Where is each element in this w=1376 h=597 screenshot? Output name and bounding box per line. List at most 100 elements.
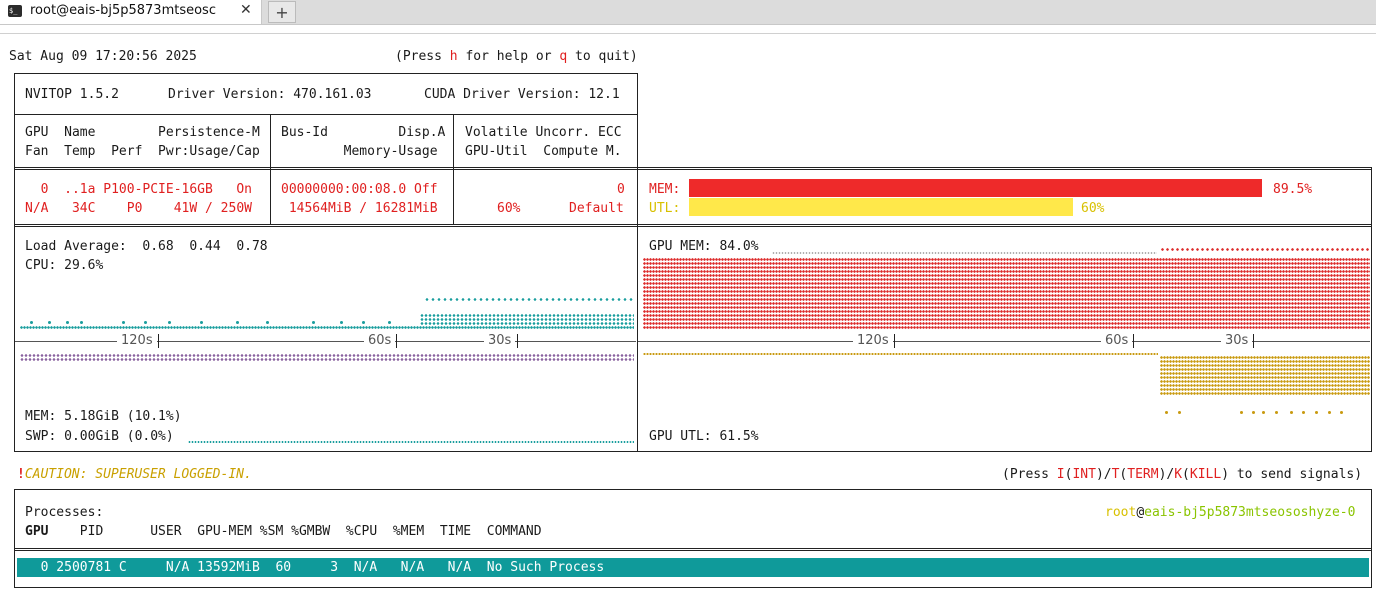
gpu-utl-dot — [1328, 411, 1331, 414]
gpu-bus-id: 00000000:00:08.0 Off — [281, 182, 438, 197]
process-row[interactable]: 0 2500781 C N/A 13592MiB 60 3 N/A N/A N/… — [17, 558, 1369, 577]
col-header-3a: Volatile Uncorr. ECC — [465, 125, 622, 140]
help-key: h — [449, 49, 458, 64]
graph-dot-row — [1160, 384, 1370, 387]
gpu-ecc: 0 — [617, 182, 625, 197]
terminal-tab[interactable]: $_ root@eais-bj5p5873mtseosc ✕ — [0, 0, 262, 24]
cpu-spike — [144, 321, 147, 324]
gpu-utl-dot — [1302, 411, 1305, 414]
graph-dot-row — [1160, 380, 1370, 383]
cpu-spike — [80, 321, 83, 324]
gpu-utl-dot — [1240, 411, 1243, 414]
load-average: Load Average: 0.68 0.44 0.78 — [25, 239, 268, 254]
graph-dot-row — [643, 318, 1370, 321]
tab-title: root@eais-bj5p5873mtseosc — [30, 3, 216, 18]
graph-dot-row — [643, 314, 1370, 317]
gpu-line2-left: N/A 34C P0 41W / 250W — [25, 201, 252, 216]
gpu-utl-percent: GPU UTL: 61.5% — [649, 429, 759, 444]
help-hint: (Press h for help or q to quit) — [395, 49, 638, 64]
gpu-utl-dot — [1315, 411, 1318, 414]
cpu-spike — [266, 321, 269, 324]
cpu-spike — [340, 321, 343, 324]
graph-dot-row — [1160, 388, 1370, 391]
swap-graph — [188, 441, 634, 443]
graph-dot-row — [643, 326, 1370, 329]
tab-bar: $_ root@eais-bj5p5873mtseosc ✕ + — [0, 0, 1376, 25]
graph-dot-row — [424, 298, 634, 301]
host-swp: SWP: 0.00GiB (0.0%) — [25, 429, 174, 444]
graph-dot-row — [643, 298, 1370, 301]
gpu-utl-dot — [1252, 411, 1255, 414]
header-gpu: GPU — [25, 524, 49, 539]
gpu-utl-dot — [1165, 411, 1168, 414]
graph-dot-row — [643, 294, 1370, 297]
user-host: root@eais-bj5p5873mtseososhyze-0 — [1105, 505, 1356, 520]
graph-dot-row — [1160, 368, 1370, 371]
cuda-version: CUDA Driver Version: 12.1 — [424, 87, 620, 102]
graph-dot-row — [643, 302, 1370, 305]
graph-dot-row — [643, 306, 1370, 309]
host-tick-120s: 120s — [117, 333, 157, 349]
gpu-tick-120s: 120s — [853, 333, 893, 349]
graph-dot-row — [643, 290, 1370, 293]
graph-dot-row — [420, 322, 634, 325]
signal-hint: (Press I(INT)/T(TERM)/K(KILL) to send si… — [1002, 467, 1363, 482]
driver-version: Driver Version: 470.161.03 — [168, 87, 372, 102]
utl-bar-label: UTL: — [649, 201, 681, 216]
utl-usage-bar — [689, 198, 1073, 216]
graph-dot-row — [1160, 376, 1370, 379]
host-tick-30s: 30s — [484, 333, 516, 349]
gpu-utl-dot — [1178, 411, 1181, 414]
col-header-1b: Fan Temp Perf Pwr:Usage/Cap — [25, 144, 260, 159]
terminal-top-rule — [0, 33, 1376, 34]
graph-dot-row — [1160, 364, 1370, 367]
graph-dot-row — [1160, 360, 1370, 363]
gpu-time-axis — [638, 341, 1370, 342]
cpu-percent: CPU: 29.6% — [25, 258, 104, 273]
gpu-compute-mode: Default — [569, 201, 624, 216]
mem-bar-label: MEM: — [649, 182, 681, 197]
datetime: Sat Aug 09 17:20:56 2025 — [9, 49, 197, 64]
graph-dot-row — [420, 318, 634, 321]
host-mem: MEM: 5.18GiB (10.1%) — [25, 409, 182, 424]
host-mem-graph — [20, 354, 634, 357]
close-tab-icon[interactable]: ✕ — [240, 2, 252, 18]
gpu-utl-dot — [1340, 411, 1343, 414]
host-tick-60s: 60s — [364, 333, 396, 349]
header-rest: PID USER GPU-MEM %SM %GMBW %CPU %MEM TIM… — [48, 524, 542, 539]
graph-dot-row — [643, 282, 1370, 285]
col-header-2b: Memory-Usage — [281, 144, 438, 159]
utl-bar-value: 60% — [1081, 201, 1105, 216]
col-header-2a: Bus-Id Disp.A — [281, 125, 446, 140]
process-table-header: GPU PID USER GPU-MEM %SM %GMBW %CPU %MEM… — [25, 524, 542, 540]
graph-dot-row — [20, 326, 634, 329]
gpu-mem-percent: GPU MEM: 84.0% — [649, 239, 759, 254]
graph-dot-row — [1160, 356, 1370, 359]
graph-dot-row — [643, 262, 1370, 265]
cpu-spike — [388, 321, 391, 324]
terminal-icon: $_ — [8, 5, 22, 17]
cpu-spike — [312, 321, 315, 324]
cpu-spike — [200, 321, 203, 324]
graph-dot-row — [420, 314, 634, 317]
graph-dot-row — [643, 258, 1370, 261]
mem-usage-bar — [689, 179, 1262, 197]
col-header-1a: GPU Name Persistence-M — [25, 125, 260, 140]
cpu-spike — [48, 321, 51, 324]
gpu-memory-usage: 14564MiB / 16281MiB — [281, 201, 438, 216]
gpu-utl-dot — [1262, 411, 1265, 414]
graph-dot-row — [1160, 392, 1370, 395]
graph-dot-row — [643, 278, 1370, 281]
mem-bar-value: 89.5% — [1273, 182, 1313, 197]
host-time-axis — [15, 341, 636, 342]
process-row-text: 0 2500781 C N/A 13592MiB 60 3 N/A N/A N/… — [25, 560, 605, 575]
gpu-utl-dot — [1275, 411, 1278, 414]
graph-dot-row — [643, 286, 1370, 289]
col-header-3b: GPU-Util Compute M. — [465, 144, 622, 159]
new-tab-button[interactable]: + — [268, 1, 296, 23]
cpu-spike — [236, 321, 239, 324]
gpu-line1-left: 0 ..1a P100-PCIE-16GB On — [25, 182, 252, 197]
processes-title: Processes: — [25, 505, 104, 520]
gpu-utl-dot — [1290, 411, 1293, 414]
graph-dot-row — [1160, 372, 1370, 375]
